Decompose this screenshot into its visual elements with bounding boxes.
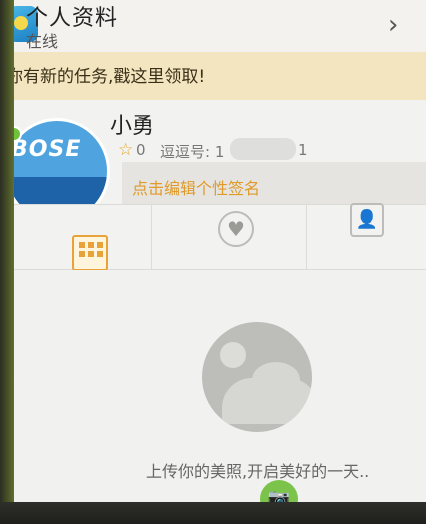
heart-icon: ♥ [218,211,254,247]
signature-placeholder: 点击编辑个性签名 [132,179,261,198]
grid-icon [72,235,108,271]
weather-placeholder-icon [202,322,312,432]
chevron-right-icon[interactable]: › [388,12,410,38]
star-icon: ☆ [118,140,134,160]
user-name: 小勇 [110,114,155,139]
signature-field[interactable]: 点击编辑个性签名 [122,162,426,208]
task-banner-text: 你有新的任务,戳这里领取! [14,67,206,87]
tab-contact[interactable]: 👤 [306,203,426,269]
camera-icon[interactable]: 📷 [260,480,298,504]
id-redaction [230,138,296,160]
star-count: 0 [136,141,146,159]
device-bezel-bottom [0,502,426,524]
profile-tabs: ♥ 👤 [14,203,426,271]
photo-empty-state: 上传你的美照,开启美好的一天.. 📷 [14,270,426,504]
avatar-brand-text: BOSE [14,137,82,162]
title-bar: 个人资料 在线 › [14,0,426,53]
tab-photos[interactable] [14,205,152,271]
empty-state-text: 上传你的美照,开启美好的一天.. [146,462,370,481]
online-status: 在线 [26,32,59,51]
tab-likes[interactable]: ♥ [160,205,307,269]
user-id: 逗逗号: 1 [160,143,225,161]
task-banner[interactable]: 你有新的任务,戳这里领取! [14,52,426,101]
user-card-icon: 👤 [350,203,384,237]
user-id-tail: 1 [298,141,308,159]
profile-screen: 个人资料 在线 › 你有新的任务,戳这里领取! 签到 BOSE 小勇 ☆ 0 逗… [14,0,426,504]
